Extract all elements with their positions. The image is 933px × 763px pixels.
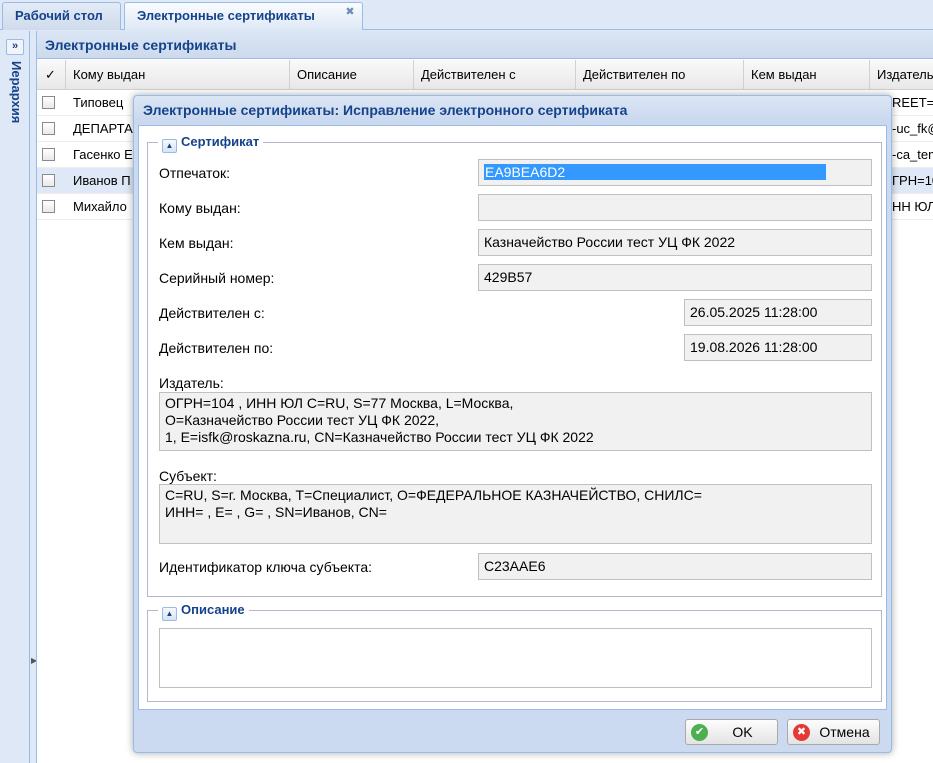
valid-from-label: Действителен с: bbox=[159, 305, 265, 321]
column-header-issued-to[interactable]: Кому выдан bbox=[66, 60, 290, 90]
panel-title: Электронные сертификаты bbox=[37, 31, 933, 59]
thumbprint-selection bbox=[566, 164, 827, 180]
select-all-header[interactable]: ✓ bbox=[37, 60, 66, 90]
thumbprint-field[interactable]: EA9BEA6D2 bbox=[478, 159, 872, 186]
cell-issuer: ГРН=10 bbox=[892, 173, 933, 188]
close-icon[interactable]: ✖ bbox=[344, 7, 356, 19]
expand-icon[interactable]: » bbox=[6, 39, 24, 55]
tab-bar: Рабочий стол Электронные сертификаты ✖ bbox=[0, 0, 933, 30]
issued-to-field[interactable] bbox=[478, 194, 872, 221]
cell-issuer: -uc_fk@ bbox=[892, 121, 933, 136]
row-checkbox[interactable] bbox=[42, 96, 55, 109]
tab-desktop[interactable]: Рабочий стол bbox=[2, 2, 121, 30]
valid-to-label: Действителен по: bbox=[159, 340, 274, 356]
subject-key-id-field[interactable]: C23AAE6 bbox=[478, 553, 872, 580]
certificate-legend[interactable]: ▲ Сертификат bbox=[158, 133, 264, 153]
description-legend[interactable]: ▲ Описание bbox=[158, 601, 249, 621]
tab-certificates-label: Электронные сертификаты bbox=[137, 8, 315, 23]
description-legend-label: Описание bbox=[181, 602, 245, 617]
collapse-icon[interactable]: ▲ bbox=[162, 607, 177, 621]
hierarchy-panel: » Иерархия bbox=[0, 31, 30, 763]
subject-label: Субъект: bbox=[159, 468, 217, 484]
column-header-valid-from[interactable]: Действителен с bbox=[414, 60, 576, 90]
cancel-button[interactable]: ✖ Отмена bbox=[787, 719, 880, 745]
row-checkbox[interactable] bbox=[42, 148, 55, 161]
subject-line: ИНН= , E= , G= , SN=Иванов, CN= bbox=[165, 504, 387, 520]
valid-from-field[interactable]: 26.05.2025 11:28:00 bbox=[684, 299, 872, 326]
column-header-issued-by[interactable]: Кем выдан bbox=[744, 60, 870, 90]
issuer-line: 1, E=isfk@roskazna.ru, CN=Казначейство Р… bbox=[165, 429, 594, 445]
row-checkbox[interactable] bbox=[42, 122, 55, 135]
serial-number-field[interactable]: 429B57 bbox=[478, 264, 872, 291]
column-header-valid-to[interactable]: Действителен по bbox=[576, 60, 744, 90]
cell-issuer: -ca_tem bbox=[892, 147, 933, 162]
dialog-footer: ✔ OK ✖ Отмена bbox=[134, 712, 891, 752]
description-textarea[interactable] bbox=[159, 628, 872, 688]
dialog-body: ▲ Сертификат Отпечаток: EA9BEA6D2 Кому вы… bbox=[138, 125, 887, 710]
column-header-issuer[interactable]: Издатель bbox=[870, 60, 933, 90]
grid-header: ✓ Кому выдан Описание Действителен с Дей… bbox=[37, 60, 933, 90]
cancel-button-label: Отмена bbox=[819, 724, 870, 740]
subject-key-id-label: Идентификатор ключа субъекта: bbox=[159, 559, 373, 575]
valid-to-field[interactable]: 19.08.2026 11:28:00 bbox=[684, 334, 872, 361]
subject-field[interactable]: C=RU, S=г. Москва, T=Специалист, O=ФЕДЕР… bbox=[159, 484, 872, 544]
edit-certificate-dialog: Электронные сертификаты: Исправление эле… bbox=[133, 95, 892, 753]
issued-to-label: Кому выдан: bbox=[159, 200, 241, 216]
ok-button-label: OK bbox=[732, 724, 753, 740]
collapse-icon[interactable]: ▲ bbox=[162, 139, 177, 153]
serial-number-label: Серийный номер: bbox=[159, 270, 275, 286]
thumbprint-value: EA9BEA6D2 bbox=[484, 164, 567, 180]
cell-issuer: НН ЮЛ= bbox=[892, 199, 933, 214]
column-header-description[interactable]: Описание bbox=[290, 60, 414, 90]
issuer-field[interactable]: ОГРН=104 , ИНН ЮЛ C=RU, S=77 Москва, L=М… bbox=[159, 392, 872, 451]
subject-line: C=RU, S=г. Москва, T=Специалист, O=ФЕДЕР… bbox=[165, 487, 702, 503]
ok-button[interactable]: ✔ OK bbox=[685, 719, 778, 745]
hierarchy-label[interactable]: Иерархия bbox=[6, 61, 24, 171]
tab-certificates[interactable]: Электронные сертификаты ✖ bbox=[124, 2, 363, 30]
cell-issuer: REET= bbox=[892, 95, 933, 110]
dialog-title[interactable]: Электронные сертификаты: Исправление эле… bbox=[134, 96, 891, 124]
issued-by-field[interactable]: Казначейство России тест УЦ ФК 2022 bbox=[478, 229, 872, 256]
row-checkbox[interactable] bbox=[42, 200, 55, 213]
tab-desktop-label: Рабочий стол bbox=[15, 8, 103, 23]
issuer-line: ОГРН=104 , ИНН ЮЛ C=RU, S=77 Москва, L=М… bbox=[165, 395, 514, 411]
issuer-label: Издатель: bbox=[159, 375, 224, 391]
row-checkbox[interactable] bbox=[42, 174, 55, 187]
certificate-legend-label: Сертификат bbox=[181, 134, 260, 149]
thumbprint-label: Отпечаток: bbox=[159, 165, 231, 181]
issued-by-label: Кем выдан: bbox=[159, 235, 234, 251]
issuer-line: O=Казначейство России тест УЦ ФК 2022, bbox=[165, 412, 439, 428]
